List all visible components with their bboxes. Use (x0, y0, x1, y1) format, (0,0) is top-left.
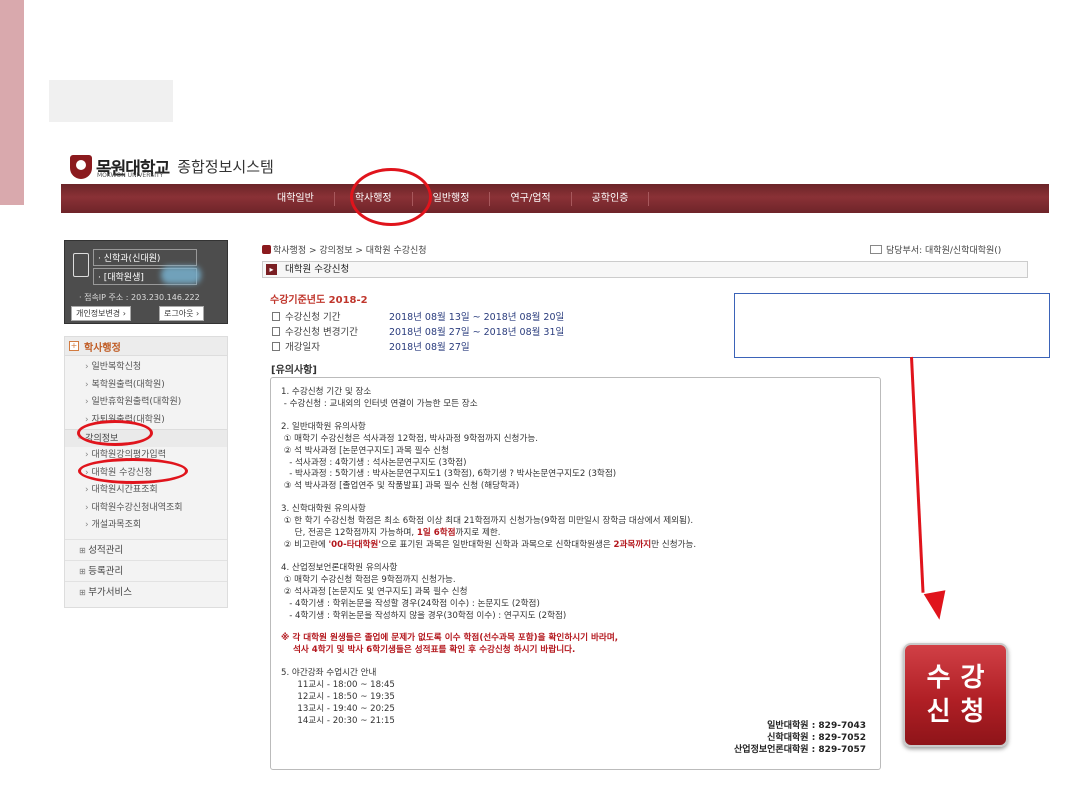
notice-line: 4. 산업정보언론대학원 유의사항 (281, 562, 398, 573)
sidebar-item-leave-print[interactable]: 일반휴학원출력(대학원) (65, 394, 227, 412)
sidebar-item-open-courses[interactable]: 개설과목조회 (65, 517, 227, 535)
registration-year: 수강기준년도 2018-2 (270, 295, 368, 306)
expand-icon: + (69, 341, 79, 351)
responsible-department: 담당부서: 대학원/신학대학원() (870, 243, 1001, 256)
sidebar-cat-tuition[interactable]: 등록관리 (65, 559, 227, 581)
id-badge-icon (73, 253, 89, 277)
page-title: ▸ 대학원 수강신청 (262, 261, 1028, 278)
sidebar-section-academic[interactable]: + 학사행정 (65, 337, 227, 356)
university-emblem-icon (70, 154, 92, 179)
notice-line: ② 석 박사과정 [논문연구지도] 과목 필수 신청 (281, 445, 449, 456)
notice-line: ① 매학기 수강신청은 석사과정 12학점, 박사과정 9학점까지 신청가능. (281, 433, 538, 444)
redacted-name (161, 266, 201, 284)
user-info-panel: · 신학과(신대원) · [대학원생] · 접속IP 주소 : 203.230.… (64, 240, 228, 324)
notice-line: - 박사과정 : 5학기생 : 박사논문연구지도1 (3학점), 6학기생 ? … (281, 469, 617, 480)
sidebar-item-registration-history[interactable]: 대학원수강신청내역조회 (65, 500, 227, 518)
system-name: 종합정보시스템 (177, 158, 274, 176)
course-registration-big-button[interactable]: 수강 신청 (903, 643, 1008, 747)
period-registration: 수강신청 기간 2018년 08월 13일 ~ 2018년 08월 20일 (272, 309, 564, 323)
nav-research[interactable]: 연구/업적 (490, 191, 572, 206)
access-ip: · 접속IP 주소 : 203.230.146.222 (79, 293, 200, 302)
notice-line: ① 매학기 수강신청 학점은 9학점까지 신청가능. (281, 574, 456, 585)
contact-numbers: 일반대학원 : 829-7043 신학대학원 : 829-7052 산업정보언론… (734, 721, 866, 755)
notice-line: ② 석사과정 [논문지도 및 연구지도] 과목 필수 신청 (281, 586, 468, 597)
slide-accent-bar (0, 0, 24, 205)
contact-card-icon (870, 245, 882, 254)
annotation-circle-registration (78, 458, 188, 484)
notice-line: 1. 수강신청 기간 및 장소 (281, 387, 372, 397)
title-marker-icon: ▸ (266, 264, 277, 275)
highlight-box (734, 293, 1050, 358)
document-icon (272, 312, 280, 321)
notice-line: ① 한 학기 수강신청 학점은 최소 6학점 이상 최대 21학점까지 신청가능… (281, 516, 694, 527)
sidebar-cat-grades[interactable]: 성적관리 (65, 538, 227, 560)
document-icon (272, 327, 280, 336)
nav-general-college[interactable]: 대학일반 (257, 191, 335, 206)
notice-line: ② 비고란에 '00-타대학원'으로 표기된 과목은 일반대학원 신학과 과목으… (281, 539, 697, 550)
notice-line: 3. 신학대학원 유의사항 (281, 504, 366, 515)
notice-panel: 1. 수강신청 기간 및 장소 - 수강신청 : 교내외의 인터넷 연결이 가능… (270, 377, 881, 770)
home-icon (262, 245, 271, 254)
notice-line: 5. 야간강좌 수업시간 안내 (281, 668, 377, 679)
notice-line: - 석사과정 : 4학기생 : 석사논문연구지도 (3학점) (281, 457, 467, 468)
period-opening: 개강일자 2018년 08월 27일 (272, 339, 470, 353)
university-logo[interactable]: 목원대학교 MOKWON UNIVERSITY 종합정보시스템 (70, 154, 274, 179)
notice-line: 2. 일반대학원 유의사항 (281, 421, 366, 432)
notice-line: - 4학기생 : 학위논문을 작성하지 않을 경우(30학점 이수) : 연구지… (281, 610, 567, 621)
annotation-arrow-line (910, 356, 925, 593)
period-change: 수강신청 변경기간 2018년 08월 27일 ~ 2018년 08월 31일 (272, 324, 564, 338)
notice-line: 11교시 - 18:00 ~ 18:45 (281, 680, 395, 691)
slide-placeholder-box (49, 80, 173, 122)
notice-line: 12교시 - 18:50 ~ 19:35 (281, 692, 395, 703)
notice-line: - 4학기생 : 학위논문을 작성할 경우(24학점 이수) : 논문지도 (2… (281, 598, 540, 609)
annotation-arrow-head (923, 590, 951, 622)
top-navigation: 대학일반 학사행정 일반행정 연구/업적 공학인증 (61, 184, 1049, 213)
logout-button[interactable]: 로그아웃 › (159, 306, 205, 321)
warning-line: ※ 각 대학원 원생들은 졸업에 문제가 없도록 이수 학점(선수과목 포함)을… (281, 633, 619, 644)
logo-english-name: MOKWON UNIVERSITY (97, 172, 164, 179)
sidebar-item-timetable[interactable]: 대학원시간표조회 (65, 482, 227, 500)
profile-change-button[interactable]: 개인정보변경 › (71, 306, 131, 321)
notice-line: 단, 전공은 12학점까지 가능하며, 1일 6학점까지로 제한. (281, 528, 501, 539)
warning-line: 석사 4학기 및 박사 6학기생들은 성적표를 확인 후 수강신청 하시기 바랍… (281, 645, 576, 656)
sidebar-cat-extra[interactable]: 부가서비스 (65, 580, 227, 602)
annotation-circle-lecture-info (77, 420, 153, 446)
breadcrumb: 학사행정 > 강의정보 > 대학원 수강신청 (262, 243, 427, 256)
notice-line: 13교시 - 19:40 ~ 20:25 (281, 703, 395, 714)
sidebar-item-reinstatement-print[interactable]: 복학원출력(대학원) (65, 377, 227, 395)
sidebar-item-reinstatement[interactable]: 일반복학신청 (65, 359, 227, 377)
notice-heading: [유의사항] (271, 365, 317, 376)
notice-line: - 수강신청 : 교내외의 인터넷 연결이 가능한 모든 장소 (281, 398, 478, 409)
annotation-circle-nav (350, 168, 432, 226)
user-department: · 신학과(신대원) (93, 249, 197, 266)
notice-line: ③ 석 박사과정 [졸업연주 및 작품발표] 과목 필수 신청 (해당학과) (281, 481, 520, 492)
nav-engineering-cert[interactable]: 공학인증 (572, 191, 650, 206)
document-icon (272, 342, 280, 351)
